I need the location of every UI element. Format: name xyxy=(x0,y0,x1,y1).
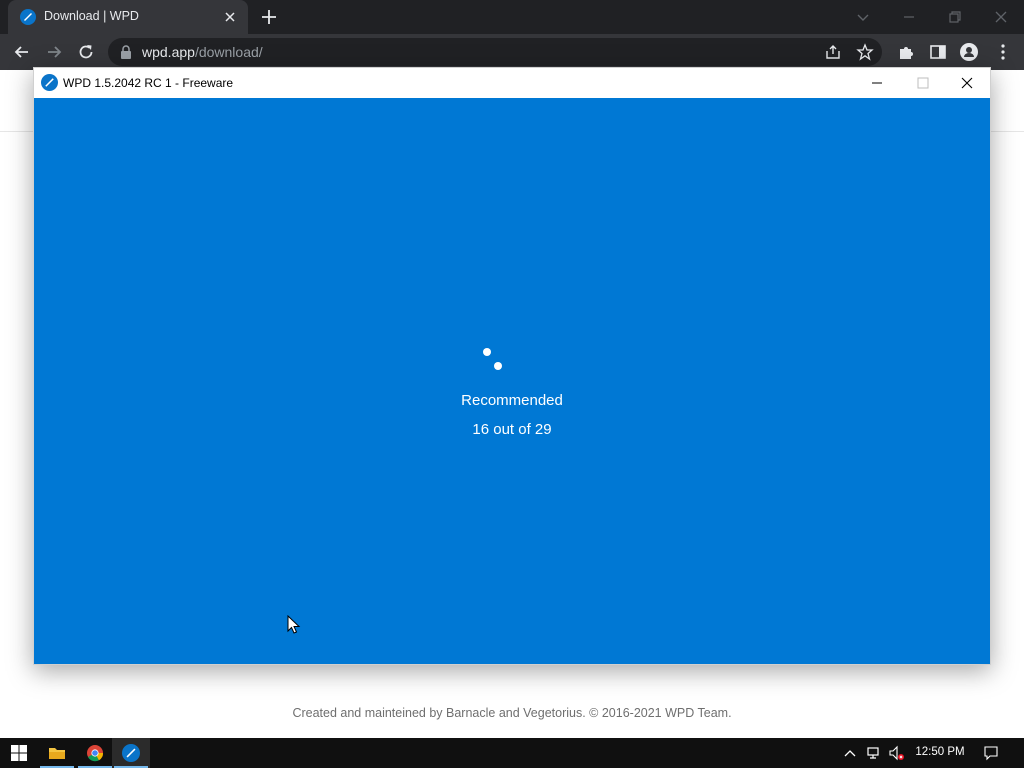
taskbar-wpd[interactable] xyxy=(112,738,150,768)
wpd-logo-icon xyxy=(20,9,36,25)
status-label: Recommended xyxy=(461,392,563,409)
chrome-icon xyxy=(87,745,104,762)
taskbar-chrome[interactable] xyxy=(76,738,114,768)
reload-icon[interactable] xyxy=(76,42,96,62)
back-arrow-icon[interactable] xyxy=(12,42,32,62)
browser-menu-icon[interactable] xyxy=(993,42,1013,62)
side-panel-icon[interactable] xyxy=(928,42,948,62)
restore-browser-icon[interactable] xyxy=(944,6,966,28)
notifications-icon[interactable] xyxy=(983,745,999,761)
app-titlebar[interactable]: WPD 1.5.2042 RC 1 - Freeware xyxy=(34,68,990,98)
close-tab-icon[interactable] xyxy=(222,9,238,25)
minimize-icon xyxy=(872,82,882,84)
url-text: wpd.app/download/ xyxy=(142,44,263,60)
windows-logo-icon xyxy=(11,745,27,761)
app-content: Recommended 16 out of 29 xyxy=(34,98,990,664)
share-icon[interactable] xyxy=(824,43,842,61)
app-maximize-button[interactable] xyxy=(900,68,946,98)
bookmark-star-icon[interactable] xyxy=(856,43,874,61)
tray-chevron-up-icon[interactable] xyxy=(842,745,858,761)
profile-avatar-icon[interactable] xyxy=(959,42,979,62)
progress-count: 16 out of 29 xyxy=(472,421,552,438)
windows-taskbar: 12:50 PM xyxy=(0,738,1024,768)
address-bar[interactable]: wpd.app/download/ xyxy=(108,38,882,66)
browser-tab[interactable]: Download | WPD xyxy=(8,0,248,34)
extensions-puzzle-icon[interactable] xyxy=(896,42,916,62)
close-icon xyxy=(961,77,973,89)
wpd-app-window: WPD 1.5.2042 RC 1 - Freeware Recommended… xyxy=(33,67,991,665)
app-title: WPD 1.5.2042 RC 1 - Freeware xyxy=(63,76,234,90)
tab-title: Download | WPD xyxy=(44,9,139,23)
loading-spinner-icon xyxy=(482,348,502,376)
minimize-browser-icon[interactable] xyxy=(898,6,920,28)
start-button[interactable] xyxy=(0,738,38,768)
tab-search-icon[interactable] xyxy=(852,6,874,28)
app-minimize-button[interactable] xyxy=(854,68,900,98)
folder-icon xyxy=(49,748,65,759)
taskbar-file-explorer[interactable] xyxy=(38,738,76,768)
volume-muted-icon[interactable] xyxy=(888,745,904,761)
maximize-icon xyxy=(917,77,929,89)
network-icon[interactable] xyxy=(866,745,882,761)
browser-toolbar: wpd.app/download/ xyxy=(0,34,1024,70)
page-footer: Created and mainteined by Barnacle and V… xyxy=(292,706,732,720)
forward-arrow-icon[interactable] xyxy=(44,42,64,62)
wpd-logo-icon xyxy=(41,74,58,91)
wpd-logo-icon xyxy=(122,744,140,762)
mouse-cursor-icon xyxy=(287,615,301,634)
browser-tabstrip: Download | WPD xyxy=(0,0,1024,34)
new-tab-icon[interactable] xyxy=(260,8,278,26)
close-browser-icon[interactable] xyxy=(990,6,1012,28)
app-close-button[interactable] xyxy=(944,68,990,98)
taskbar-clock[interactable]: 12:50 PM xyxy=(908,746,972,758)
lock-icon xyxy=(121,45,131,59)
